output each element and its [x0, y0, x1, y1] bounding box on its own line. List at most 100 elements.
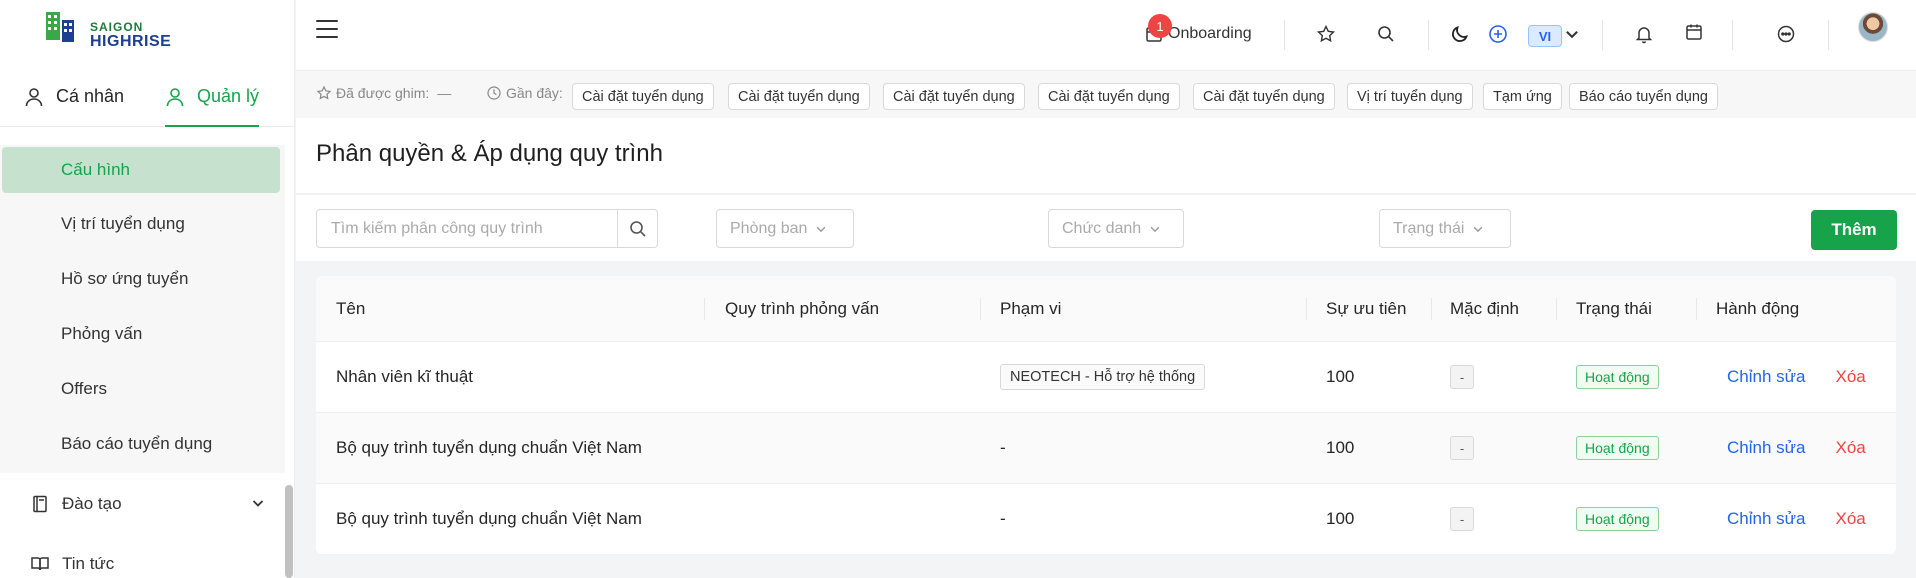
add-circle-icon[interactable]: [1488, 24, 1508, 44]
recent-chip[interactable]: Cài đặt tuyển dụng: [1038, 83, 1180, 110]
language-selector[interactable]: VI: [1528, 25, 1562, 47]
calendar-icon[interactable]: [1684, 22, 1704, 42]
cell-default: -: [1450, 342, 1474, 412]
recent-chip[interactable]: Cài đặt tuyển dụng: [1193, 83, 1335, 110]
column-header-process: Quy trình phỏng vấn: [725, 299, 880, 318]
scope-tag: NEOTECH - Hỗ trợ hệ thống: [1000, 364, 1206, 390]
status-select[interactable]: Trạng thái: [1379, 209, 1511, 248]
job-title-select[interactable]: Chức danh: [1048, 209, 1184, 248]
cell-actions: Chỉnh sửa Xóa: [1727, 342, 1866, 412]
cell-default: -: [1450, 413, 1474, 483]
add-button[interactable]: Thêm: [1811, 210, 1897, 250]
bell-icon[interactable]: [1634, 24, 1654, 44]
cell-status: Hoạt động: [1576, 413, 1659, 483]
sidebar-group-training[interactable]: Đào tạo: [0, 480, 285, 528]
brand-line1: SAIGON: [90, 20, 144, 34]
news-icon: [31, 557, 49, 571]
sidebar-item-config[interactable]: Cấu hình: [2, 147, 280, 193]
sidebar-item-offers[interactable]: Offers: [0, 366, 285, 412]
edit-link[interactable]: Chỉnh sửa: [1727, 367, 1805, 387]
cell-name: Bộ quy trình tuyển dụng chuẩn Việt Nam: [336, 509, 642, 528]
tab-personal[interactable]: Cá nhân: [24, 82, 124, 127]
delete-link[interactable]: Xóa: [1835, 438, 1865, 458]
menu-toggle-icon[interactable]: [316, 20, 338, 40]
recent-chip[interactable]: Tạm ứng: [1483, 83, 1562, 110]
clock-icon: [487, 86, 501, 100]
sidebar-item-label: Vị trí tuyển dụng: [61, 214, 185, 233]
header-divider: [1602, 20, 1603, 50]
sidebar-item-label: Cấu hình: [61, 160, 130, 179]
sidebar-item-label: Báo cáo tuyển dụng: [61, 434, 213, 453]
sidebar-group-label: Tin tức: [62, 554, 115, 573]
default-indicator: -: [1450, 365, 1474, 389]
chevron-down-icon: [252, 500, 264, 507]
delete-link[interactable]: Xóa: [1835, 509, 1865, 529]
recent-chip[interactable]: Báo cáo tuyển dụng: [1569, 83, 1718, 110]
recent-chip[interactable]: Cài đặt tuyển dụng: [883, 83, 1025, 110]
cell-default: -: [1450, 484, 1474, 554]
user-avatar[interactable]: [1858, 12, 1888, 42]
header-divider: [1428, 20, 1429, 50]
tab-manage-label: Quản lý: [197, 86, 260, 106]
column-header-name: Tên: [336, 299, 366, 318]
status-badge: Hoạt động: [1576, 365, 1659, 389]
recent-chip[interactable]: Vị trí tuyển dụng: [1347, 83, 1473, 110]
sidebar-scrollbar[interactable]: [285, 485, 293, 578]
brand-line2: HIGHRISE: [90, 33, 172, 50]
search-button[interactable]: [617, 210, 657, 247]
status-select-value: Trạng thái: [1393, 219, 1465, 237]
recent-label: Gần đây:: [506, 85, 563, 101]
dark-mode-icon[interactable]: [1450, 24, 1470, 44]
cell-name: Nhân viên kĩ thuật: [336, 367, 474, 386]
table-header: Tên Quy trình phỏng vấn Phạm vi Sự ưu ti…: [316, 276, 1896, 342]
recent-chip[interactable]: Cài đặt tuyển dụng: [728, 83, 870, 110]
recent-section: Gần đây:: [486, 85, 563, 101]
sidebar-item-recruitment-report[interactable]: Báo cáo tuyển dụng: [0, 421, 285, 467]
department-select[interactable]: Phòng ban: [716, 209, 854, 248]
column-header-status: Trạng thái: [1576, 299, 1652, 318]
search-icon: [629, 220, 646, 237]
cell-status: Hoạt động: [1576, 342, 1659, 412]
submenu-recruitment: Cấu hình Vị trí tuyển dụng Hồ sơ ứng tuy…: [0, 145, 285, 473]
sidebar-item-interviews[interactable]: Phỏng vấn: [0, 311, 285, 357]
chevron-down-icon[interactable]: [1564, 26, 1580, 42]
default-indicator: -: [1450, 507, 1474, 531]
cell-priority: 100: [1326, 438, 1355, 457]
user-icon: [166, 88, 184, 107]
sidebar-group-news[interactable]: Tin tức: [0, 540, 285, 578]
header-divider: [1828, 20, 1829, 50]
chat-icon[interactable]: [1776, 24, 1796, 44]
cell-actions: Chỉnh sửa Xóa: [1727, 413, 1866, 483]
table-row: Bộ quy trình tuyển dụng chuẩn Việt Nam -…: [316, 484, 1896, 554]
delete-link[interactable]: Xóa: [1835, 367, 1865, 387]
column-header-actions: Hành động: [1716, 299, 1800, 318]
cell-actions: Chỉnh sửa Xóa: [1727, 484, 1866, 554]
search-icon[interactable]: [1376, 24, 1396, 44]
cell-scope: NEOTECH - Hỗ trợ hệ thống: [1000, 342, 1206, 412]
edit-link[interactable]: Chỉnh sửa: [1727, 438, 1805, 458]
brand-logo[interactable]: SAIGON HIGHRISE: [44, 8, 204, 50]
star-icon: [316, 85, 332, 100]
column-header-default: Mặc định: [1450, 299, 1519, 318]
status-badge: Hoạt động: [1576, 507, 1659, 531]
page-header: Phân quyền & Áp dụng quy trình: [296, 118, 1916, 194]
pinned-label: Đã được ghim:: [336, 85, 430, 101]
department-select-value: Phòng ban: [730, 219, 808, 237]
sidebar-item-label: Hồ sơ ứng tuyển: [61, 269, 189, 288]
sidebar-group-label: Đào tạo: [62, 494, 122, 513]
sidebar-item-job-positions[interactable]: Vị trí tuyển dụng: [0, 201, 285, 247]
status-badge: Hoạt động: [1576, 436, 1659, 460]
star-icon[interactable]: [1316, 24, 1336, 44]
user-icon: [25, 88, 43, 107]
recent-chip[interactable]: Cài đặt tuyển dụng: [572, 83, 714, 110]
sidebar-item-applications[interactable]: Hồ sơ ứng tuyển: [0, 256, 285, 302]
sidebar-item-label: Phỏng vấn: [61, 324, 143, 343]
sidebar-item-label: Offers: [61, 379, 107, 398]
sidebar: SAIGON HIGHRISE Cá nhân Quản lý Cấu hình…: [0, 0, 295, 578]
chevron-down-icon: [1150, 226, 1160, 232]
edit-link[interactable]: Chỉnh sửa: [1727, 509, 1805, 529]
tab-manage[interactable]: Quản lý: [165, 82, 260, 127]
search-input[interactable]: [317, 210, 617, 247]
search-box: [316, 209, 658, 248]
cell-scope: -: [1000, 509, 1006, 528]
